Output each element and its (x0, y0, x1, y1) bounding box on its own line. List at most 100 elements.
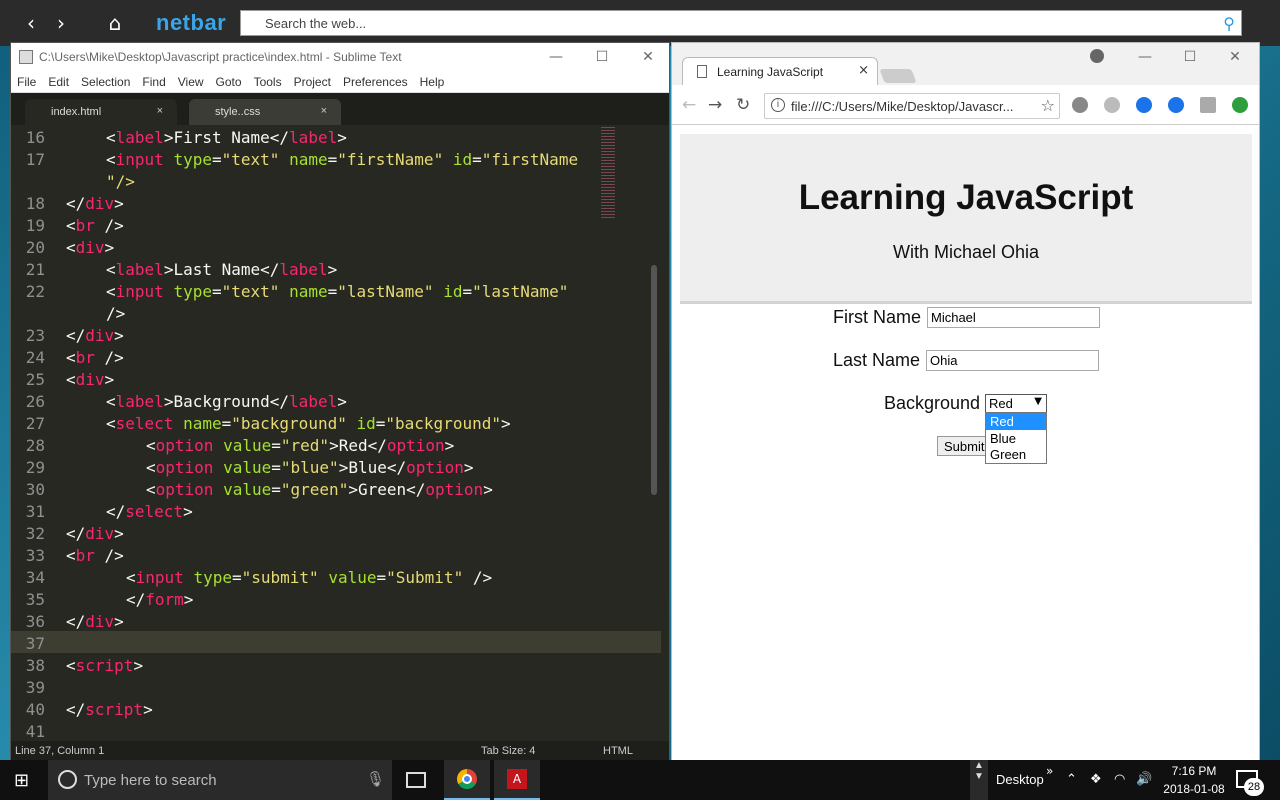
code-text: < (146, 480, 156, 499)
extension-icon[interactable] (1072, 97, 1088, 113)
extension-icon[interactable] (1104, 97, 1120, 113)
editor-scrollbar[interactable] (651, 265, 657, 495)
code-text: = (472, 150, 482, 169)
code-text: < (66, 216, 76, 235)
code-text: < (66, 546, 76, 565)
home-icon[interactable]: ⌂ (104, 12, 126, 34)
taskbar-toolbar-scroll[interactable]: ▲ ▼ (970, 760, 988, 800)
search-icon[interactable]: ⚲ (1223, 14, 1235, 33)
close-icon[interactable]: ✕ (633, 46, 663, 68)
syntax-indicator[interactable]: HTML (603, 745, 633, 757)
code-string: "lastName" (472, 282, 569, 301)
clock-time[interactable]: 7:16 PM (1166, 764, 1222, 778)
minimize-icon[interactable]: — (541, 46, 571, 68)
task-view-icon[interactable] (406, 772, 426, 788)
code-line: <br /> (66, 347, 124, 369)
dropbox-icon[interactable]: ❖ (1090, 772, 1102, 787)
tab-size-indicator[interactable]: Tab Size: 4 (481, 745, 535, 757)
taskbar-search-box[interactable]: Type here to search 🎙 (48, 760, 392, 800)
forward-arrow-icon[interactable]: → (708, 95, 722, 115)
profile-icon[interactable] (1090, 49, 1104, 63)
option-red[interactable]: Red (986, 413, 1046, 430)
taskbar-acrobat-button[interactable]: A (494, 760, 540, 800)
last-name-label: Last Name (833, 350, 921, 370)
code-tag: select (115, 414, 174, 433)
sublime-titlebar[interactable]: C:\Users\Mike\Desktop\Javascript practic… (11, 43, 669, 71)
code-text: = (211, 282, 222, 301)
maximize-icon[interactable]: ☐ (587, 46, 617, 68)
extension-upload-icon[interactable] (1232, 97, 1248, 113)
menu-preferences[interactable]: Preferences (337, 71, 414, 89)
code-text: < (66, 348, 76, 367)
code-text: > (327, 260, 338, 279)
option-green[interactable]: Green (986, 446, 1046, 463)
back-icon[interactable]: ‹ (20, 12, 42, 34)
tab-close-icon[interactable]: × (321, 105, 327, 117)
forward-icon[interactable]: › (50, 12, 72, 34)
code-text: < (66, 238, 76, 257)
menu-project[interactable]: Project (288, 71, 337, 89)
code-tag: div (85, 326, 115, 345)
tab-close-icon[interactable]: × (157, 105, 163, 117)
menu-help[interactable]: Help (414, 71, 451, 89)
web-search-input[interactable]: Search the web... ⚲ (240, 10, 1242, 36)
code-tag: script (85, 700, 144, 719)
chevron-double-right-icon[interactable]: » (1046, 764, 1053, 778)
background-select[interactable]: Red ▼ (985, 394, 1047, 413)
chevron-up-icon[interactable]: ⌃ (1066, 772, 1077, 787)
address-bar[interactable]: i file:///C:/Users/Mike/Desktop/Javascr.… (764, 93, 1060, 119)
reload-icon[interactable]: ↻ (736, 95, 750, 115)
code-text: /> (94, 348, 124, 367)
current-line-highlight (11, 631, 661, 653)
menu-tools[interactable]: Tools (248, 71, 288, 89)
microphone-icon[interactable]: 🎙 (366, 770, 385, 788)
code-string: "lastName" (337, 282, 434, 301)
tab-close-icon[interactable]: × (858, 63, 869, 78)
desktop-toolbar[interactable]: Desktop (996, 772, 1044, 787)
maximize-icon[interactable]: ☐ (1175, 46, 1205, 68)
option-blue[interactable]: Blue (986, 430, 1046, 447)
code-string: "blue" (280, 458, 339, 477)
menu-find[interactable]: Find (136, 71, 171, 89)
last-name-field[interactable]: Ohia (926, 350, 1099, 371)
code-text: /> (94, 216, 124, 235)
taskbar-chrome-button[interactable] (444, 760, 490, 800)
code-attr: type (173, 282, 212, 301)
code-text: = (376, 568, 387, 587)
new-tab-button[interactable] (879, 69, 917, 83)
extension-pdf-icon[interactable] (1200, 97, 1216, 113)
dropdown-arrow-icon: ▼ (1034, 396, 1042, 407)
code-tag: br (75, 216, 95, 235)
clock-date[interactable]: 2018-01-08 (1162, 782, 1226, 796)
info-icon[interactable]: i (771, 98, 785, 112)
close-icon[interactable]: ✕ (1220, 46, 1250, 68)
code-text: </ (106, 502, 126, 521)
back-arrow-icon[interactable]: ← (682, 95, 696, 115)
menu-selection[interactable]: Selection (75, 71, 136, 89)
code-line: /> (106, 303, 125, 325)
code-text: > (114, 524, 124, 543)
windows-start-icon[interactable]: ⊞ (14, 770, 29, 791)
bookmark-star-icon[interactable]: ☆ (1041, 96, 1055, 115)
first-name-field[interactable]: Michael (927, 307, 1100, 328)
minimap[interactable] (601, 127, 615, 219)
menu-view[interactable]: View (172, 71, 210, 89)
wifi-icon[interactable]: ◠ (1114, 772, 1125, 787)
browser-tab[interactable]: Learning JavaScript × (682, 57, 878, 85)
tab-index-html[interactable]: index.html × (25, 99, 177, 125)
menu-edit[interactable]: Edit (42, 71, 75, 89)
menu-file[interactable]: File (11, 71, 42, 89)
volume-icon[interactable]: 🔊 (1136, 772, 1152, 787)
minimize-icon[interactable]: — (1130, 46, 1160, 68)
extension-search-icon[interactable] (1136, 97, 1152, 113)
code-editor[interactable]: 16 17 18 19 20 21 22 23 24 25 26 27 28 29 30 31 32 33 34 35… (11, 125, 661, 741)
line-number: 26 (25, 392, 45, 411)
address-bar-url: file:///C:/Users/Mike/Desktop/Javascr... (791, 99, 1014, 114)
menu-goto[interactable]: Goto (210, 71, 248, 89)
extension-search-icon[interactable] (1168, 97, 1184, 113)
code-text: </ (66, 700, 86, 719)
tab-style-css[interactable]: style..css × (189, 99, 341, 125)
